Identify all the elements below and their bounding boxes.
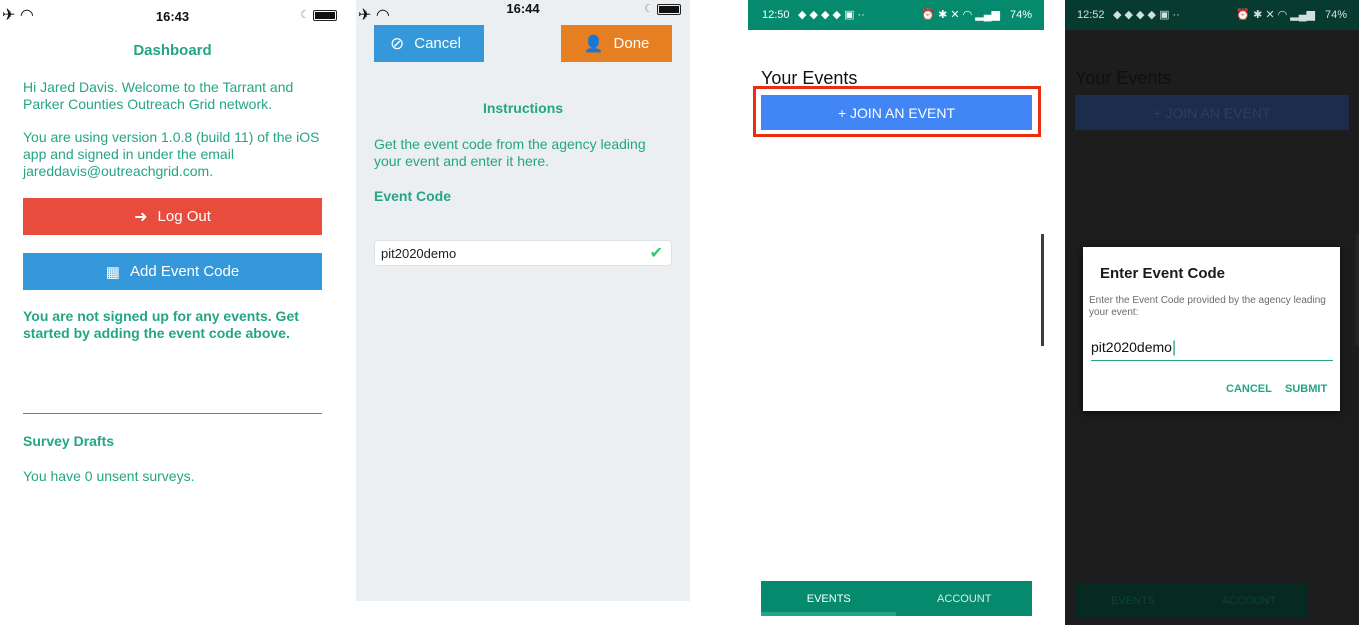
no-events-message: You are not signed up for any events. Ge… — [23, 308, 299, 341]
instructions-text: Get the event code from the agency leadi… — [374, 136, 646, 169]
done-label: Done — [613, 35, 650, 52]
done-button[interactable]: 👤 Done — [561, 25, 672, 62]
add-event-code-button[interactable]: ▦ Add Event Code — [23, 253, 322, 290]
side-scroll-indicator — [1041, 234, 1044, 346]
status-bar: 12:50 ◆ ◆ ◆ ◆ ▣ ·· 74% ⏰ ✱ ✕ ◠ ▂▄▆ — [748, 0, 1044, 30]
tab-account-label: ACCOUNT — [1221, 595, 1277, 607]
tab-events-label: EVENTS — [1110, 595, 1155, 607]
event-code-label: Event Code — [374, 188, 452, 204]
ios-dashboard-screen: ✈ ︎◠ 16:43 ☾ Dashboard Hi Jared Davis. W… — [0, 0, 345, 625]
logout-label: Log Out — [157, 208, 211, 225]
logout-button[interactable]: ➜ Log Out — [23, 198, 322, 235]
status-time: 16:43 — [155, 9, 190, 24]
moon-icon: ☾ — [300, 9, 310, 21]
tab-events[interactable]: EVENTS — [1075, 584, 1191, 617]
join-event-label: + JOIN AN EVENT — [1153, 104, 1271, 121]
bottom-tab-bar: EVENTS ACCOUNT — [1075, 584, 1307, 617]
android-dialog-screen: 12:52 ◆ ◆ ◆ ◆ ▣ ·· 74% ⏰ ✱ ✕ ◠ ▂▄▆ Your … — [1065, 0, 1359, 625]
dialog-cancel-button[interactable]: CANCEL — [1226, 383, 1272, 395]
user-plus-icon: 👤 — [583, 35, 604, 53]
welcome-text: Hi Jared Davis. Welcome to the Tarrant a… — [23, 79, 294, 112]
tab-events-label: EVENTS — [806, 593, 851, 605]
dialog-cancel-label: CANCEL — [1226, 383, 1272, 395]
text-cursor: | — [1171, 339, 1177, 356]
battery-icon — [313, 10, 337, 21]
notification-icons: ◆ ◆ ◆ ◆ ▣ ·· — [1113, 9, 1180, 21]
ios-add-event-screen: ✈ ︎◠ 16:44 ☾ ⊘ Cancel 👤 Done Instruction… — [356, 0, 690, 601]
ban-icon: ⊘ — [390, 33, 405, 53]
event-code-input[interactable]: pit2020demo ✔ — [374, 240, 672, 266]
dialog-message: Enter the Event Code provided by the age… — [1089, 295, 1326, 318]
survey-drafts-text: You have 0 unsent surveys. — [23, 468, 195, 484]
cancel-label: Cancel — [414, 35, 461, 52]
tab-account-label: ACCOUNT — [937, 593, 992, 605]
page-title: Dashboard — [133, 42, 212, 59]
notification-icons: ◆ ◆ ◆ ◆ ▣ ·· — [798, 9, 865, 21]
enter-code-dialog: Enter Event Code Enter the Event Code pr… — [1083, 247, 1340, 411]
status-time: 16:44 — [506, 1, 540, 16]
dialog-submit-label: SUBMIT — [1285, 383, 1328, 395]
dialog-submit-button[interactable]: SUBMIT — [1285, 383, 1327, 395]
event-code-value: pit2020demo — [381, 246, 457, 261]
status-bar: ✈ ︎◠ 16:43 ☾ — [0, 0, 345, 30]
signal-icons: ⏰ ✱ ✕ ◠ ▂▄▆ — [1236, 9, 1315, 21]
moon-icon: ☾ — [644, 3, 654, 15]
add-event-label: Add Event Code — [129, 263, 240, 280]
divider — [23, 413, 322, 414]
join-event-button[interactable]: + JOIN AN EVENT — [1075, 95, 1349, 130]
page-title: Your Events — [1075, 68, 1172, 88]
cancel-button[interactable]: ⊘ Cancel — [374, 25, 484, 62]
dialog-code-value: pit2020demo — [1091, 339, 1172, 355]
status-time: 12:50 — [762, 9, 790, 21]
calendar-plus-icon: ▦ — [105, 263, 120, 281]
instructions-title: Instructions — [482, 100, 564, 116]
tab-indicator — [761, 612, 896, 616]
dialog-title: Enter Event Code — [1100, 265, 1226, 282]
android-events-screen: 12:50 ◆ ◆ ◆ ◆ ▣ ·· 74% ⏰ ✱ ✕ ◠ ▂▄▆ Your … — [748, 0, 1044, 625]
tab-account[interactable]: ACCOUNT — [1191, 584, 1307, 617]
status-bar: 12:52 ◆ ◆ ◆ ◆ ▣ ·· 74% ⏰ ✱ ✕ ◠ ▂▄▆ — [1065, 0, 1359, 30]
sign-out-icon: ➜ — [134, 208, 148, 226]
survey-drafts-title: Survey Drafts — [23, 433, 115, 449]
tab-account[interactable]: ACCOUNT — [897, 581, 1033, 616]
battery-icon — [657, 4, 681, 15]
check-icon: ✔ — [649, 245, 663, 262]
join-event-label: + JOIN AN EVENT — [837, 104, 956, 121]
battery-level: 74% — [1009, 9, 1032, 21]
bottom-tab-bar: EVENTS ACCOUNT — [761, 581, 1032, 616]
tab-events[interactable]: EVENTS — [761, 581, 897, 616]
signal-icons: ⏰ ✱ ✕ ◠ ▂▄▆ — [921, 9, 1000, 21]
dialog-code-input[interactable]: pit2020demo| — [1091, 339, 1333, 361]
version-text: You are using version 1.0.8 (build 11) o… — [23, 129, 320, 179]
status-time: 12:52 — [1077, 9, 1105, 21]
battery-level: 74% — [1324, 9, 1347, 21]
join-event-button[interactable]: + JOIN AN EVENT — [761, 95, 1032, 130]
